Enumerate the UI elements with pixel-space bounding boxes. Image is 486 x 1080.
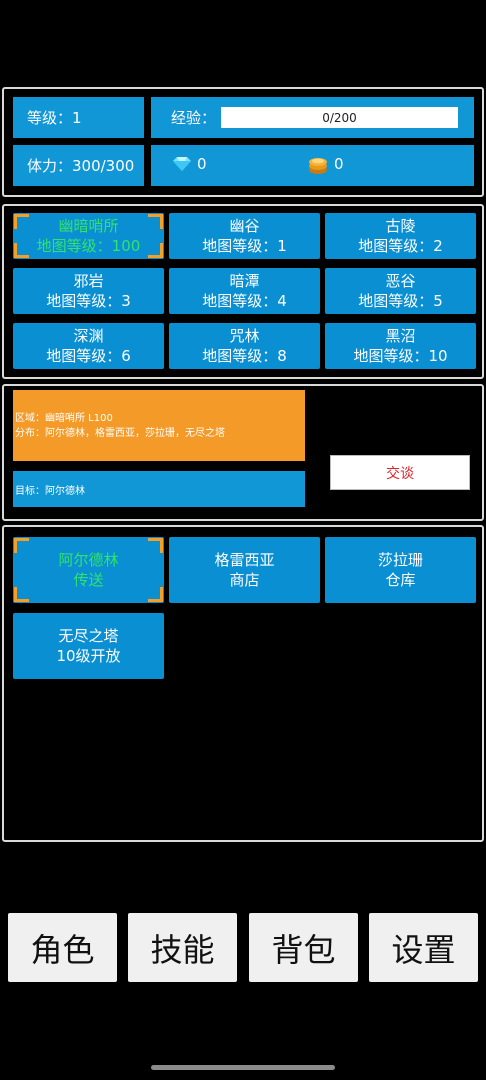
map-level: 地图等级：8 (202, 347, 287, 365)
selection-corner (148, 587, 163, 602)
selection-corner (14, 538, 29, 553)
skills-label: 技能 (150, 930, 215, 969)
region-text: 区域：幽暗哨所 L100 (15, 413, 113, 424)
selection-corner (148, 538, 163, 553)
map-level: 地图等级：6 (46, 347, 131, 365)
map-name: 咒林 (229, 327, 260, 345)
map-name: 幽谷 (229, 217, 260, 235)
npc-function: 10级开放 (56, 647, 121, 665)
stamina-box: 体力：300/300 (13, 145, 144, 186)
map-name: 暗潭 (229, 272, 260, 290)
map-item[interactable]: 幽暗哨所地图等级：100 (13, 213, 164, 259)
map-level: 地图等级：10 (353, 347, 448, 365)
npc-function: 仓库 (385, 571, 416, 589)
npc-name: 阿尔德林 (58, 551, 119, 569)
map-item[interactable]: 暗潭地图等级：4 (169, 268, 320, 314)
selection-corner (14, 587, 29, 602)
talk-button-label: 交谈 (386, 465, 414, 482)
map-item[interactable]: 古陵地图等级：2 (325, 213, 476, 259)
exp-label: 经验： (171, 109, 217, 127)
selection-corner (148, 243, 163, 258)
map-name: 黑沼 (385, 327, 416, 345)
npc-item[interactable]: 格雷西亚 商店 (169, 537, 320, 603)
map-level: 地图等级：1 (202, 237, 287, 255)
map-name: 深渊 (73, 327, 104, 345)
map-level: 地图等级：4 (202, 292, 287, 310)
map-level: 地图等级：2 (358, 237, 443, 255)
map-name: 幽暗哨所 (58, 217, 119, 235)
info-panel: 区域：幽暗哨所 L100 分布：阿尔德林，格雷西亚，莎拉珊，无尽之塔 目标：阿尔… (2, 384, 484, 521)
selection-corner (14, 243, 29, 258)
npc-panel: 阿尔德林 传送 格雷西亚 商店 莎拉珊 仓库 无尽之塔 10级开放 (2, 525, 484, 842)
map-level: 地图等级：100 (36, 237, 141, 255)
exp-bar: 0/200 (221, 107, 458, 128)
map-name: 恶谷 (385, 272, 416, 290)
character-button[interactable]: 角色 (8, 913, 117, 982)
currency-box: 0 0 (151, 145, 474, 186)
character-label: 角色 (30, 930, 95, 969)
map-name: 古陵 (385, 217, 416, 235)
diamond-count: 0 (197, 155, 207, 173)
npc-item[interactable]: 无尽之塔 10级开放 (13, 613, 164, 679)
level-box: 等级：1 (13, 97, 144, 138)
map-name: 邪岩 (73, 272, 104, 290)
distribution-text: 分布：阿尔德林，格雷西亚，莎拉珊，无尽之塔 (15, 428, 225, 439)
npc-function: 商店 (229, 571, 260, 589)
level-label: 等级：1 (27, 109, 82, 127)
npc-function: 传送 (73, 571, 104, 589)
selection-corner (148, 214, 163, 229)
npc-name: 无尽之塔 (58, 627, 119, 645)
map-item[interactable]: 深渊地图等级：6 (13, 323, 164, 369)
skills-button[interactable]: 技能 (128, 913, 237, 982)
map-level: 地图等级：3 (46, 292, 131, 310)
coin-icon (308, 155, 328, 179)
diamond-icon (173, 157, 191, 175)
home-indicator[interactable] (151, 1065, 335, 1070)
settings-label: 设置 (391, 930, 456, 969)
map-item[interactable]: 恶谷地图等级：5 (325, 268, 476, 314)
coin-count: 0 (334, 155, 344, 173)
npc-item[interactable]: 莎拉珊 仓库 (325, 537, 476, 603)
map-item[interactable]: 邪岩地图等级：3 (13, 268, 164, 314)
map-panel: 幽暗哨所 地图等级：100 幽谷 地图等级：1 古陵 地图等级：2 邪岩 地图等级：3 暗潭 地图… (2, 204, 484, 379)
status-panel: 等级：1 经验： 0/200 体力：300/300 0 0 (2, 87, 484, 197)
talk-button[interactable]: 交谈 (330, 455, 470, 490)
target-text: 目标：阿尔德林 (15, 485, 85, 497)
npc-item[interactable]: 阿尔德林 传送 (13, 537, 164, 603)
region-info-box: 区域：幽暗哨所 L100 分布：阿尔德林，格雷西亚，莎拉珊，无尽之塔 (13, 390, 305, 461)
backpack-label: 背包 (271, 930, 336, 969)
npc-name: 格雷西亚 (214, 551, 275, 569)
selection-corner (14, 214, 29, 229)
exp-text: 0/200 (322, 110, 357, 125)
map-item[interactable]: 幽谷地图等级：1 (169, 213, 320, 259)
map-item[interactable]: 黑沼地图等级：10 (325, 323, 476, 369)
npc-name: 莎拉珊 (377, 551, 423, 569)
settings-button[interactable]: 设置 (369, 913, 478, 982)
stamina-label: 体力：300/300 (27, 157, 135, 175)
map-item[interactable]: 咒林地图等级：8 (169, 323, 320, 369)
exp-box: 经验： 0/200 (151, 97, 474, 138)
backpack-button[interactable]: 背包 (249, 913, 358, 982)
target-box: 目标：阿尔德林 (13, 471, 305, 507)
map-level: 地图等级：5 (358, 292, 443, 310)
